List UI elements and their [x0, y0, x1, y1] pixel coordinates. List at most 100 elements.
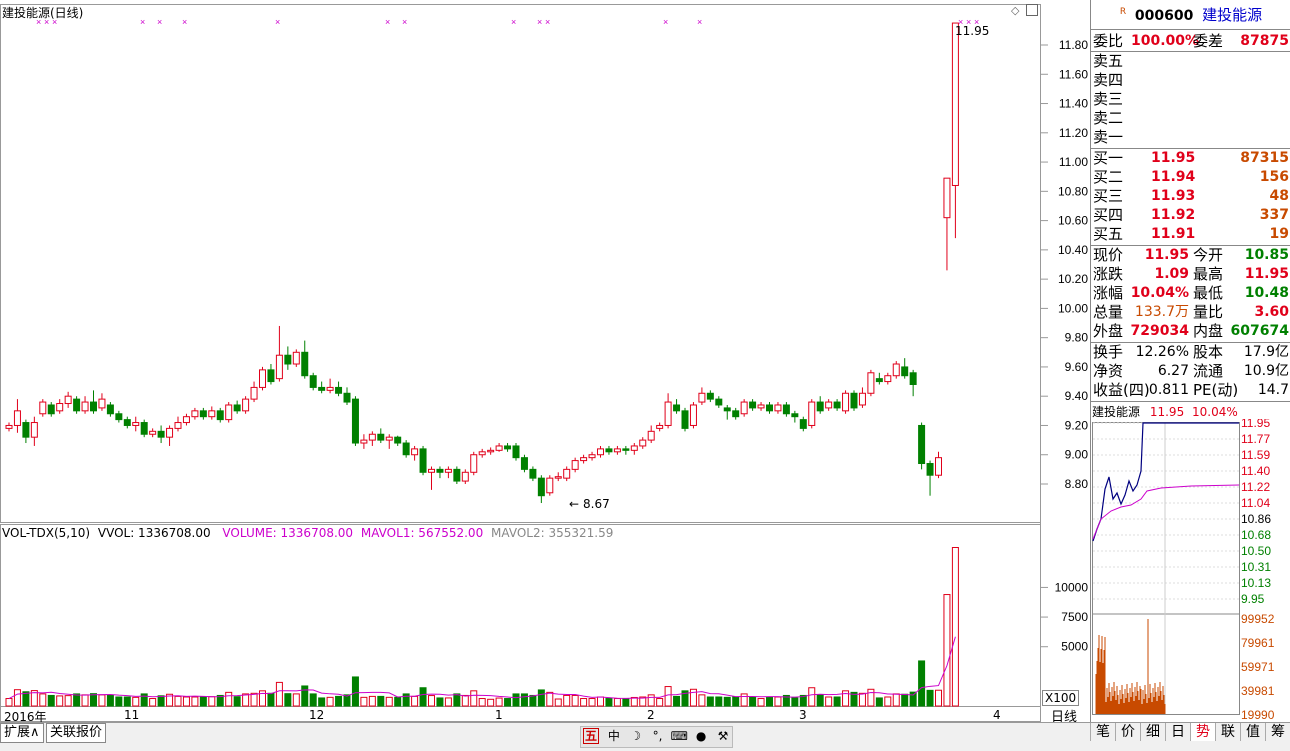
sell2-row: 卖二: [1093, 109, 1289, 128]
volume-bar: [647, 694, 655, 707]
candle-body: [605, 448, 613, 453]
input-method-toolbar: 五 中 ☽ °, ⌨ ● ⚒: [580, 726, 733, 748]
user-icon[interactable]: ●: [692, 727, 710, 745]
candle-body: [453, 468, 461, 482]
mini-price: 11.95: [1149, 405, 1185, 419]
y-tick-label: 11.00: [1059, 155, 1088, 169]
candle-body: [30, 422, 38, 438]
candle-body: [275, 354, 283, 380]
candle-body: [309, 375, 317, 388]
volume-bar: [580, 698, 588, 707]
volume-bar: [56, 695, 64, 707]
fund-label: 股本: [1193, 343, 1224, 361]
tab-xi[interactable]: 细: [1140, 723, 1165, 741]
candle-body: [512, 445, 520, 459]
mini-vol-tick: 99952: [1241, 612, 1275, 626]
wrench-icon[interactable]: ⚒: [714, 727, 732, 745]
volume-bar: [656, 698, 664, 707]
chinese-mode-icon[interactable]: 中: [605, 727, 623, 745]
tab-expand[interactable]: 扩展∧: [0, 723, 44, 743]
punctuation-icon[interactable]: °,: [648, 727, 666, 745]
candle-body: [81, 401, 89, 412]
volume-bar: [385, 696, 393, 707]
candle-body: [520, 457, 528, 470]
volume-bar: [13, 689, 21, 707]
candle-body: [867, 372, 875, 394]
candle-body: [495, 445, 503, 451]
sell4-row: 卖四: [1093, 71, 1289, 90]
intraday-mini-chart[interactable]: 11.95 11.77 11.59 11.40 11.22 11.04 10.86 10.68…: [1091, 419, 1290, 719]
volume-bar: [64, 695, 72, 707]
tab-shi[interactable]: 势: [1190, 723, 1215, 741]
candle-body: [208, 410, 216, 418]
candle-body: [622, 448, 630, 451]
stat-value: 607674: [1230, 323, 1289, 339]
tab-lian[interactable]: 联: [1215, 723, 1240, 741]
stat-label: 现价: [1093, 246, 1124, 264]
candle-body: [461, 471, 469, 482]
buy4-label: 买四: [1093, 206, 1124, 224]
stat-label: 涨幅: [1093, 284, 1124, 302]
volume-bar: [495, 697, 503, 707]
volume-bar: [402, 693, 410, 707]
mini-price-tick: 10.50: [1241, 544, 1271, 558]
volume-bar: [149, 698, 157, 707]
buy5-label: 买五: [1093, 225, 1124, 243]
y-tick-label: 8.80: [1065, 477, 1089, 491]
candle-body: [935, 457, 942, 476]
candle-body: [791, 413, 799, 418]
stat-row-3: 总量 133.7万 量比 3.60: [1093, 303, 1289, 322]
candle-body: [774, 404, 782, 412]
y-tick-label: 9.20: [1065, 418, 1089, 432]
volume-bar: [301, 685, 309, 707]
candle-body: [73, 398, 81, 412]
y-tick-label: 10.20: [1058, 272, 1088, 286]
sell4-label: 卖四: [1093, 71, 1124, 89]
candle-body: [284, 354, 292, 365]
maximize-icon[interactable]: [1026, 4, 1038, 16]
candle-body: [597, 448, 604, 456]
x-label-3: 1: [495, 708, 503, 722]
candle-body: [259, 369, 266, 388]
volume-bar: [723, 696, 731, 707]
volume-bar: [884, 696, 892, 707]
signal-marker: ×: [385, 17, 390, 27]
candlestick-chart[interactable]: × × × × × × × × × × × × × × × × × 11.8011.6011.4011.2011…: [0, 0, 1090, 722]
buy4-price: 11.92: [1151, 207, 1196, 223]
volume-bar: [554, 698, 562, 707]
y-tick-label: 11.60: [1059, 67, 1088, 81]
candle-body: [749, 401, 757, 409]
candle-body: [926, 463, 934, 476]
tab-related-quotes[interactable]: 关联报价: [46, 723, 107, 743]
tab-jia[interactable]: 价: [1115, 723, 1140, 741]
diamond-icon[interactable]: ◇: [1011, 4, 1019, 17]
fund-row-0: 换手 12.26% 股本 17.9亿: [1093, 343, 1289, 362]
indicator-name[interactable]: VOL-TDX(5,10): [2, 526, 90, 540]
volume-bar: [791, 697, 799, 707]
volume-bar: [157, 695, 165, 707]
stat-label: 今开: [1193, 246, 1224, 264]
tab-chou[interactable]: 筹: [1265, 723, 1290, 741]
signal-marker: ×: [402, 17, 407, 27]
volume-bar: [73, 693, 81, 707]
candle-body: [470, 454, 478, 473]
volume-bar: [478, 698, 486, 707]
low-label: 8.67: [583, 497, 610, 511]
chart-area[interactable]: × × × × × × × × × × × × × × × × × 11.80 11.60 11.40 11.20 11…: [0, 0, 1090, 725]
mini-price-tick: 11.40: [1241, 464, 1270, 478]
volume-bar: [588, 698, 596, 707]
volume-bar: [182, 696, 190, 707]
keyboard-icon[interactable]: ⌨: [670, 727, 688, 745]
tab-bi[interactable]: 笔: [1090, 723, 1115, 741]
volume-bar: [275, 681, 283, 707]
stat-label: 最高: [1193, 265, 1224, 283]
volume-bar: [436, 697, 444, 707]
candle-body: [368, 433, 376, 441]
sell5-label: 卖五: [1093, 52, 1124, 70]
candle-body: [115, 413, 123, 421]
tab-ri[interactable]: 日: [1165, 723, 1190, 741]
tab-zhi[interactable]: 值: [1240, 723, 1265, 741]
fund-value: 14.7: [1257, 382, 1289, 398]
ime-logo-icon[interactable]: 五: [583, 728, 599, 744]
moon-icon[interactable]: ☽: [627, 727, 645, 745]
